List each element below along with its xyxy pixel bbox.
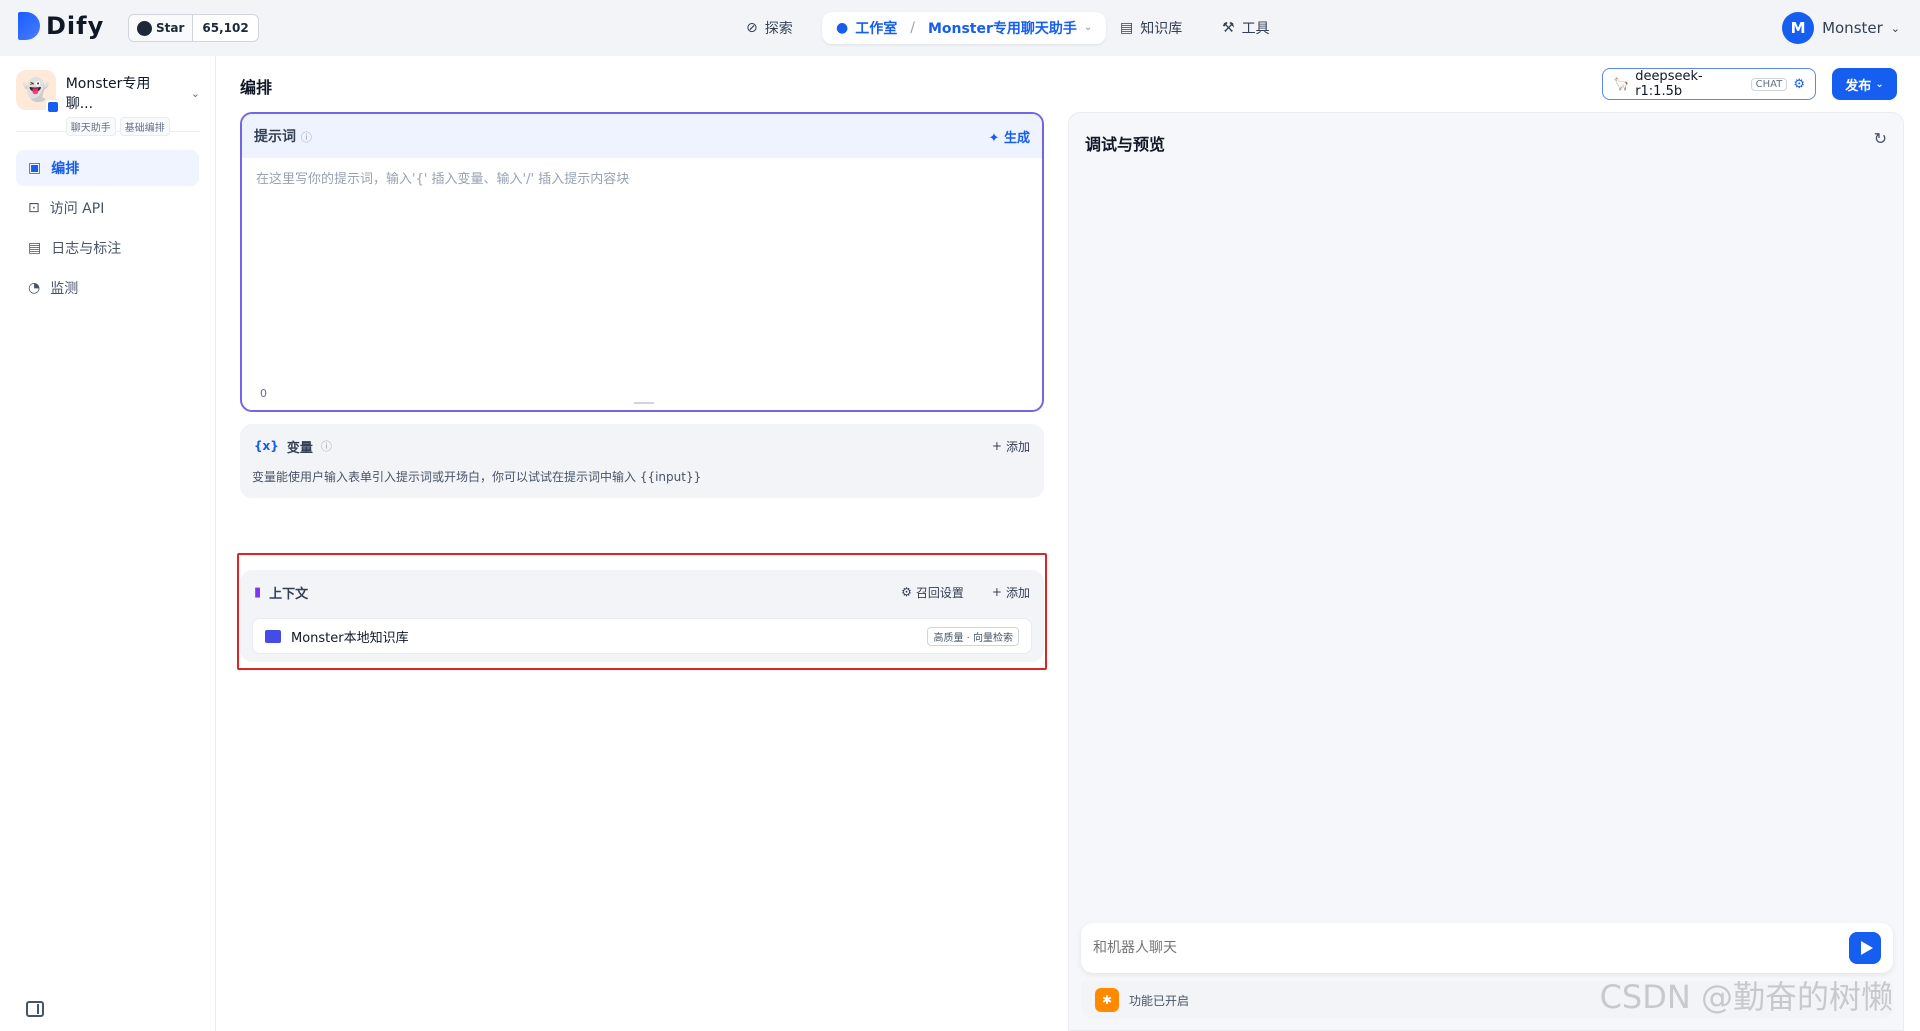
chat-input[interactable] <box>1093 940 1849 956</box>
chevron-down-icon[interactable]: ⌄ <box>191 87 200 100</box>
feature-label: 功能已开启 <box>1129 993 1190 1008</box>
nav-studio-label: 工作室 <box>855 21 898 37</box>
watermark: CSDN @勤奋的树懒 <box>1599 978 1893 1016</box>
nav-tools[interactable]: ⚒ 工具 <box>1222 12 1270 44</box>
refresh-icon[interactable]: ↻ <box>1874 129 1887 148</box>
publish-label: 发布 <box>1845 78 1872 94</box>
compass-icon: ⊘ <box>746 20 758 36</box>
nav-knowledge-label: 知识库 <box>1140 21 1183 37</box>
sidebar-item-monitor[interactable]: ◔ 监测 <box>16 270 199 306</box>
sidebar-item-logs[interactable]: ▤ 日志与标注 <box>16 230 199 266</box>
avatar: M <box>1782 12 1815 44</box>
debug-preview-panel: 调试与预览 ↻ ✱ 功能已开启 CSDN @勤奋的树懒 <box>1068 112 1904 1031</box>
model-selector-button[interactable]: 🦙 deepseek-r1:1.5b CHAT ⚙ <box>1602 68 1816 100</box>
feature-icon: ✱ <box>1095 988 1119 1012</box>
sidebar-item-label: 编排 <box>51 161 80 177</box>
sparkle-icon: ✦ <box>988 130 1000 146</box>
top-bar: Dify Star 65,102 ⊘ 探索 ● 工作室 / Monster专用聊… <box>0 0 1920 56</box>
star-count: 65,102 <box>202 21 249 35</box>
generate-button[interactable]: ✦ 生成 <box>989 127 1030 146</box>
app-type-badge <box>45 100 60 114</box>
chevron-down-icon[interactable]: ⌄ <box>1084 23 1092 33</box>
app-name-row: Monster专用聊... ⌄ <box>66 73 200 113</box>
sidebar-item-label: 日志与标注 <box>51 241 122 257</box>
settings-sliders-icon: ⚙ <box>1793 76 1805 92</box>
app-orchestration-tag: 基础编排 <box>119 117 170 136</box>
chat-input-box <box>1081 923 1893 973</box>
sidebar-item-label: 访问 API <box>49 201 105 217</box>
add-variable-button[interactable]: + 添加 <box>992 438 1030 455</box>
nav-knowledge[interactable]: ▤ 知识库 <box>1120 12 1182 44</box>
github-icon <box>137 20 152 36</box>
app-breadcrumb[interactable]: Monster专用聊天助手 <box>928 18 1077 38</box>
info-icon[interactable]: ⓘ <box>321 438 332 454</box>
breadcrumb-separator: / <box>910 20 915 36</box>
book-icon: ▤ <box>1120 20 1134 36</box>
collapse-sidebar-icon[interactable] <box>26 1001 44 1017</box>
hammer-icon: ⚒ <box>1222 20 1235 36</box>
sidebar-item-orchestrate[interactable]: ▣ 编排 <box>16 150 199 186</box>
app-mode-tag: 聊天助手 <box>65 117 116 136</box>
star-label: Star <box>156 21 185 35</box>
nav-studio[interactable]: ● 工作室 / Monster专用聊天助手 ⌄ <box>822 12 1107 44</box>
layout-icon: ▣ <box>28 160 42 176</box>
publish-button[interactable]: 发布 ⌄ <box>1832 68 1897 100</box>
variables-section: {x} 变量 ⓘ + 添加 变量能使用户输入表单引入提示词或开场白，你可以试试在提… <box>240 424 1044 498</box>
user-menu[interactable]: M Monster ⌄ <box>1782 12 1900 44</box>
resize-handle[interactable] <box>634 402 654 404</box>
github-star-button[interactable]: Star 65,102 <box>128 14 259 42</box>
sidebar-item-label: 监测 <box>50 281 79 297</box>
plus-icon: + <box>991 439 1002 453</box>
dify-logo-mark <box>18 12 40 40</box>
llama-icon: 🦙 <box>1613 76 1630 92</box>
prompt-editor[interactable]: 提示词 ⓘ ✦ 生成 在这里写你的提示词，输入'{' 插入变量、输入'/' 插入… <box>240 112 1044 412</box>
sidebar-menu: ▣ 编排 ⊡ 访问 API ▤ 日志与标注 ◔ 监测 <box>16 150 199 310</box>
dashboard-icon: ◔ <box>28 280 41 296</box>
app-icon: 👻 <box>16 70 60 114</box>
chevron-down-icon: ⌄ <box>1875 78 1884 90</box>
terminal-icon: ⊡ <box>28 200 40 216</box>
add-label: 添加 <box>1005 439 1030 454</box>
model-name: deepseek-r1:1.5b <box>1635 69 1703 99</box>
dify-logo[interactable]: Dify <box>18 12 104 40</box>
send-button[interactable] <box>1849 932 1881 964</box>
variable-braces-icon: {x} <box>254 439 279 453</box>
prompt-title: 提示词 <box>254 129 296 145</box>
char-count: 0 <box>260 387 267 400</box>
user-name: Monster <box>1822 19 1883 37</box>
robot-icon: ● <box>836 20 849 36</box>
info-icon[interactable]: ⓘ <box>301 131 312 144</box>
sidebar-item-api[interactable]: ⊡ 访问 API <box>16 190 199 226</box>
highlight-frame <box>237 553 1047 670</box>
preview-title: 调试与预览 <box>1085 135 1166 154</box>
model-mode-tag: CHAT <box>1750 77 1788 91</box>
logo-text: Dify <box>46 12 105 40</box>
nav-explore-label: 探索 <box>764 21 793 37</box>
main-panel: 编排 🦙 deepseek-r1:1.5b CHAT ⚙ 发布 ⌄ 提示词 ⓘ … <box>216 56 1920 1031</box>
chevron-down-icon: ⌄ <box>1890 21 1900 35</box>
generate-label: 生成 <box>1003 130 1030 146</box>
page-title: 编排 <box>240 78 273 97</box>
file-list-icon: ▤ <box>28 240 42 256</box>
prompt-header: 提示词 ⓘ ✦ 生成 <box>242 114 1042 158</box>
sidebar: 👻 Monster专用聊... ⌄ 聊天助手 基础编排 ▣ 编排 ⊡ 访问 AP… <box>0 56 216 1031</box>
app-name: Monster专用聊... <box>65 76 151 112</box>
nav-tools-label: 工具 <box>1241 21 1270 37</box>
prompt-placeholder[interactable]: 在这里写你的提示词，输入'{' 插入变量、输入'/' 插入提示内容块 <box>242 158 1042 197</box>
variables-description: 变量能使用户输入表单引入提示词或开场白，你可以试试在提示词中输入 {{input… <box>252 470 702 484</box>
variables-title: 变量 <box>286 440 313 456</box>
nav-explore[interactable]: ⊘ 探索 <box>746 12 793 44</box>
app-header[interactable]: 👻 Monster专用聊... ⌄ 聊天助手 基础编排 <box>16 70 200 136</box>
variables-header: {x} 变量 ⓘ + 添加 <box>240 424 1044 468</box>
